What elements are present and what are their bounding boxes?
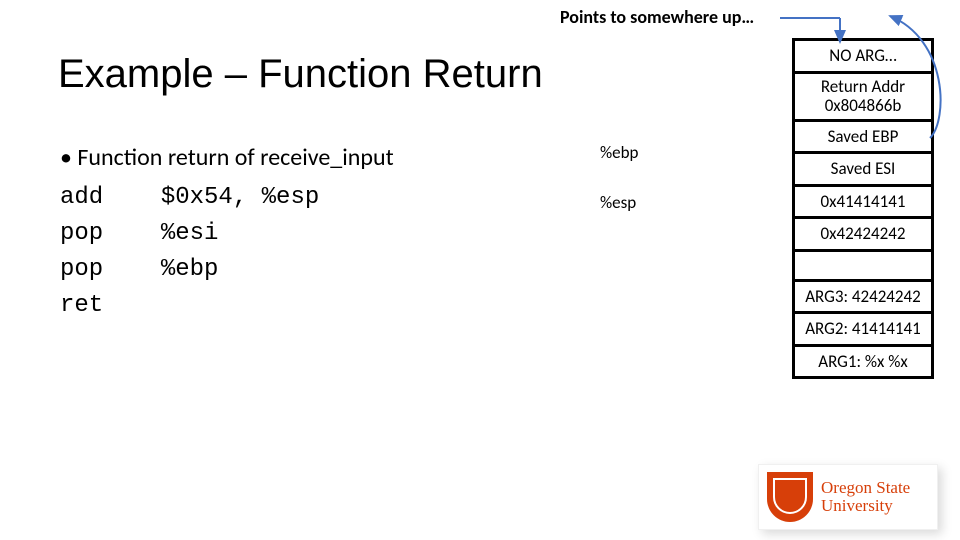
logo-text: Oregon State University — [821, 479, 910, 515]
stack-diagram: NO ARG… Return Addr 0x804866b Saved EBP … — [792, 38, 934, 379]
stack-cell-arg1: ARG1: %x %x — [792, 344, 934, 380]
logo-shield-icon — [767, 472, 813, 522]
top-caption: Points to somewhere up… — [560, 6, 754, 28]
logo-text-line1: Oregon State — [821, 479, 910, 497]
stack-cell-retaddr-l1: Return Addr — [821, 76, 905, 97]
university-logo: Oregon State University — [758, 464, 938, 530]
stack-cell-arg2: ARG2: 41414141 — [792, 311, 934, 344]
stack-cell-retaddr: Return Addr 0x804866b — [792, 71, 934, 119]
register-ebp-label: %ebp — [600, 142, 638, 163]
logo-text-line2: University — [821, 497, 910, 515]
stack-cell-saved-ebp: Saved EBP — [792, 119, 934, 152]
code-line-4: ret — [60, 288, 394, 324]
bullet-line: • Function return of receive_input — [60, 140, 394, 176]
stack-cell-noarg: NO ARG… — [792, 38, 934, 71]
code-line-3: pop %ebp — [60, 252, 394, 288]
stack-cell-empty — [792, 249, 934, 279]
stack-cell-arg3: ARG3: 42424242 — [792, 279, 934, 312]
code-line-1: add $0x54, %esp — [60, 180, 394, 216]
register-esp-label: %esp — [600, 192, 636, 213]
stack-cell-hex1: 0x41414141 — [792, 184, 934, 217]
slide-title: Example – Function Return — [58, 52, 543, 97]
stack-cell-hex2: 0x42424242 — [792, 216, 934, 249]
code-line-2: pop %esi — [60, 216, 394, 252]
stack-cell-saved-esi: Saved ESI — [792, 151, 934, 184]
body-text: • Function return of receive_input add $… — [60, 140, 394, 324]
stack-cell-retaddr-l2: 0x804866b — [825, 95, 902, 116]
